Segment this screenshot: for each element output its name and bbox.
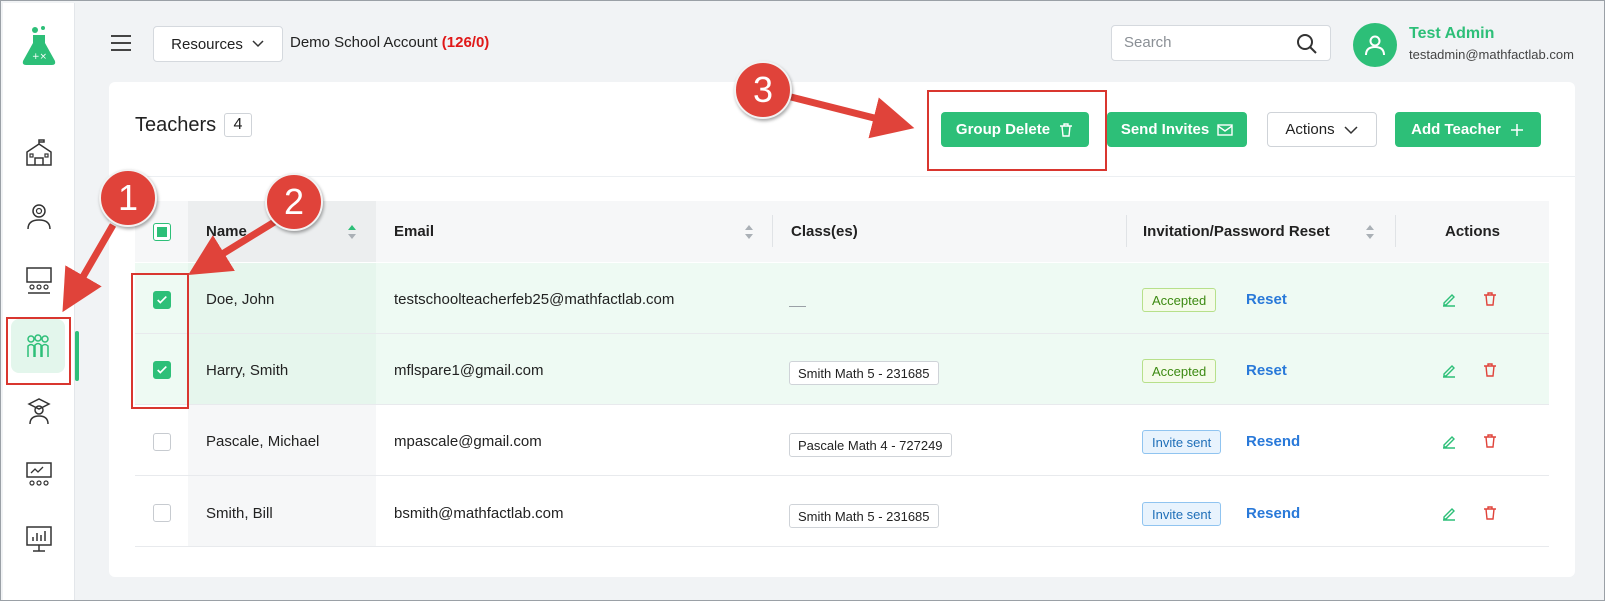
class-chip: Pascale Math 4 - 727249 bbox=[789, 433, 952, 457]
sort-icon[interactable] bbox=[347, 223, 357, 241]
search-input[interactable] bbox=[1124, 34, 1294, 51]
edit-pencil-icon[interactable] bbox=[1441, 362, 1457, 378]
student-graduate-icon[interactable] bbox=[19, 391, 59, 431]
callout-step-1: 1 bbox=[99, 169, 157, 227]
add-teacher-button[interactable]: Add Teacher bbox=[1395, 112, 1541, 147]
send-invites-button[interactable]: Send Invites bbox=[1107, 112, 1247, 147]
teacher-name: Doe, John bbox=[206, 291, 275, 308]
search-box[interactable] bbox=[1111, 25, 1331, 61]
school-icon[interactable] bbox=[19, 133, 59, 173]
search-icon[interactable] bbox=[1296, 33, 1318, 55]
reset-link[interactable]: Reset bbox=[1246, 362, 1287, 379]
resources-label: Resources bbox=[171, 35, 243, 53]
header-actions: Actions bbox=[1445, 223, 1501, 240]
header-email[interactable]: Email bbox=[394, 223, 434, 240]
teacher-email: mflspare1@gmail.com bbox=[394, 362, 544, 379]
header-classes: Class(es) bbox=[791, 223, 858, 240]
reports-chart-icon[interactable] bbox=[19, 519, 59, 559]
column-separator bbox=[1126, 215, 1127, 247]
resend-link[interactable]: Resend bbox=[1246, 505, 1300, 522]
edit-pencil-icon[interactable] bbox=[1441, 433, 1457, 449]
delete-trash-icon[interactable] bbox=[1482, 291, 1498, 307]
account-name-label: Demo School Account bbox=[290, 34, 438, 51]
row-checkbox[interactable] bbox=[153, 504, 171, 522]
add-teacher-label: Add Teacher bbox=[1411, 121, 1501, 138]
user-name: Test Admin bbox=[1409, 25, 1495, 42]
actions-dropdown[interactable]: Actions bbox=[1267, 112, 1377, 147]
highlight-box-teachers-nav bbox=[6, 317, 71, 385]
column-separator bbox=[772, 215, 773, 247]
callout-step-2: 2 bbox=[265, 173, 323, 231]
actions-dropdown-label: Actions bbox=[1285, 121, 1335, 138]
header-invitation[interactable]: Invitation/Password Reset bbox=[1143, 223, 1330, 240]
delete-trash-icon[interactable] bbox=[1482, 505, 1498, 521]
callout-step-3: 3 bbox=[734, 61, 792, 119]
edit-pencil-icon[interactable] bbox=[1441, 291, 1457, 307]
teacher-name: Pascale, Michael bbox=[206, 433, 320, 450]
teacher-name: Smith, Bill bbox=[206, 505, 273, 522]
hamburger-menu-icon[interactable] bbox=[109, 31, 133, 55]
reset-link[interactable]: Reset bbox=[1246, 291, 1287, 308]
row-checkbox[interactable] bbox=[153, 433, 171, 451]
teacher-email: bsmith@mathfactlab.com bbox=[394, 505, 564, 522]
account-count: (126/0) bbox=[441, 34, 490, 51]
plus-icon bbox=[1510, 123, 1523, 136]
column-separator bbox=[1395, 215, 1396, 247]
send-invites-label: Send Invites bbox=[1120, 121, 1210, 138]
active-nav-indicator bbox=[75, 331, 79, 381]
user-avatar[interactable] bbox=[1353, 23, 1397, 67]
chevron-down-icon bbox=[252, 40, 264, 48]
status-badge: Invite sent bbox=[1142, 502, 1222, 526]
teacher-count-badge: 4 bbox=[224, 113, 252, 137]
teacher-name: Harry, Smith bbox=[206, 362, 289, 379]
resend-link[interactable]: Resend bbox=[1246, 433, 1300, 450]
teacher-email: mpascale@gmail.com bbox=[394, 433, 542, 450]
app-window: +× Resources Demo School Account (126/0)… bbox=[0, 0, 1605, 601]
select-all-checkbox[interactable] bbox=[153, 223, 171, 241]
status-badge: Accepted bbox=[1142, 288, 1217, 312]
class-chip: Smith Math 5 - 231685 bbox=[789, 504, 939, 528]
lessons-presentation-icon[interactable] bbox=[19, 455, 59, 495]
status-badge: Invite sent bbox=[1142, 430, 1222, 454]
chevron-down-icon bbox=[1344, 125, 1358, 134]
svg-text:+×: +× bbox=[32, 52, 47, 62]
divider bbox=[109, 176, 1575, 177]
page-title: Teachers bbox=[135, 114, 217, 136]
class-chip: Smith Math 5 - 231685 bbox=[789, 361, 939, 385]
sort-icon[interactable] bbox=[744, 223, 754, 241]
highlight-box-group-delete bbox=[927, 90, 1107, 171]
flask-logo-icon[interactable]: +× bbox=[19, 25, 59, 67]
account-name: Demo School Account (126/0) bbox=[290, 34, 489, 51]
user-icon bbox=[1365, 35, 1385, 56]
admin-gear-user-icon[interactable] bbox=[19, 196, 59, 236]
sidebar: +× bbox=[3, 3, 79, 600]
delete-trash-icon[interactable] bbox=[1482, 362, 1498, 378]
edit-pencil-icon[interactable] bbox=[1441, 505, 1457, 521]
header-name[interactable]: Name bbox=[206, 223, 247, 240]
user-email: testadmin@mathfactlab.com bbox=[1409, 47, 1574, 62]
delete-trash-icon[interactable] bbox=[1482, 433, 1498, 449]
teacher-email: testschoolteacherfeb25@mathfactlab.com bbox=[394, 291, 675, 308]
classroom-board-icon[interactable] bbox=[19, 260, 59, 300]
sort-icon[interactable] bbox=[1365, 223, 1375, 241]
status-badge: Accepted bbox=[1142, 359, 1217, 383]
empty-class-dash bbox=[789, 306, 806, 307]
resources-dropdown[interactable]: Resources bbox=[153, 26, 283, 62]
highlight-box-checkboxes bbox=[131, 273, 189, 409]
envelope-icon bbox=[1217, 123, 1233, 136]
